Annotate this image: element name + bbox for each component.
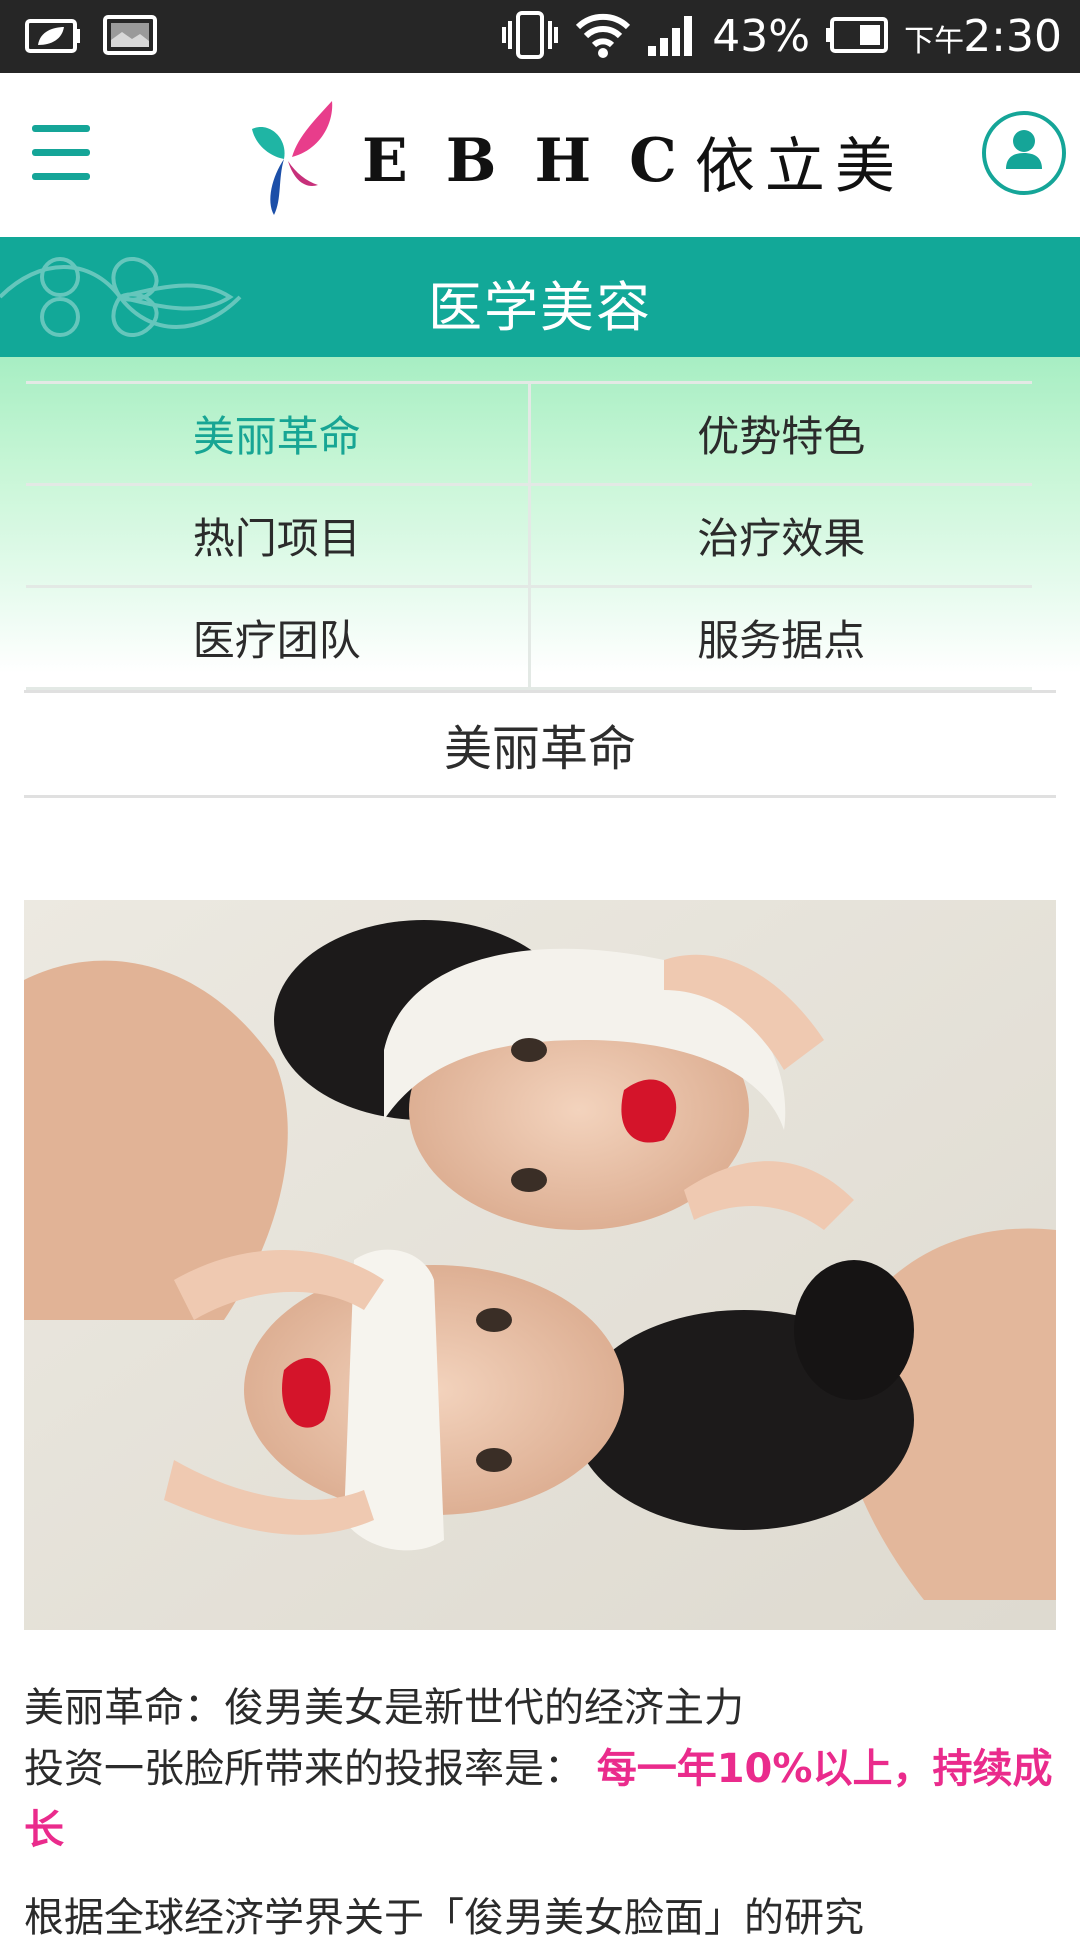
butterfly-logo-icon bbox=[252, 101, 333, 215]
category-title: 医学美容 bbox=[428, 276, 652, 339]
submenu-item-beauty-revolution[interactable]: 美丽革命 bbox=[26, 384, 531, 483]
sub-menu: 美丽革命 优势特色 热门项目 治疗效果 医疗团队 服务据点 bbox=[0, 357, 1080, 690]
battery-percent: 43% bbox=[712, 11, 811, 62]
brand-chinese: 依立美 bbox=[694, 131, 905, 202]
user-account-button[interactable] bbox=[982, 111, 1066, 195]
article-line-3-partial: 根据全球经济学界关于「俊男美女脸面」的研究 bbox=[24, 1895, 864, 1941]
submenu-item-advantages[interactable]: 优势特色 bbox=[531, 384, 1033, 483]
article-body: 美丽革命：俊男美女是新世代的经济主力 投资一张脸所带来的投报率是： 每一年10%… bbox=[24, 1678, 1056, 1861]
submenu-item-medical-team[interactable]: 医疗团队 bbox=[26, 588, 531, 687]
hamburger-icon[interactable] bbox=[32, 125, 90, 189]
submenu-item-treatment-results[interactable]: 治疗效果 bbox=[531, 486, 1033, 585]
signal-icon bbox=[646, 12, 698, 62]
user-icon bbox=[1006, 130, 1042, 169]
wifi-icon bbox=[574, 11, 632, 63]
category-banner: 医学美容 bbox=[0, 237, 1080, 357]
status-bar: 43% 下午 2:30 bbox=[0, 0, 1080, 73]
submenu-item-popular-projects[interactable]: 热门项目 bbox=[26, 486, 531, 585]
brand-logo[interactable]: EBHC 依立美 bbox=[248, 101, 905, 221]
time-prefix: 下午 bbox=[904, 24, 965, 59]
clock: 2:30 bbox=[963, 11, 1062, 62]
brand-latin: EBHC bbox=[362, 126, 715, 196]
hero-image bbox=[24, 900, 1056, 1630]
section-title: 美丽革命 bbox=[24, 690, 1056, 798]
image-icon bbox=[102, 14, 158, 60]
leaf-battery-icon bbox=[24, 15, 84, 59]
article-line-2-prefix: 投资一张脸所带来的投报率是： bbox=[24, 1746, 584, 1792]
battery-icon bbox=[824, 15, 890, 59]
app-header: EBHC 依立美 bbox=[0, 73, 1080, 237]
vibrate-icon bbox=[500, 10, 560, 63]
article-line-2: 投资一张脸所带来的投报率是： 每一年10%以上，持续成长 bbox=[24, 1739, 1056, 1861]
article-line-1: 美丽革命：俊男美女是新世代的经济主力 bbox=[24, 1685, 744, 1731]
submenu-item-service-locations[interactable]: 服务据点 bbox=[531, 588, 1033, 687]
